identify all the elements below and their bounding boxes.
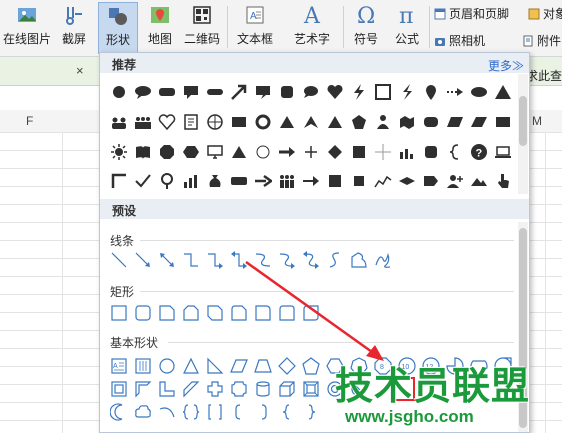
watermark: 技术员联盟 www.jsgho.com <box>335 355 535 433</box>
red-pointer-arrow <box>245 260 373 354</box>
watermark-url: www.jsgho.com <box>345 407 474 426</box>
watermark-brand: 技术员联盟 <box>335 366 531 408</box>
